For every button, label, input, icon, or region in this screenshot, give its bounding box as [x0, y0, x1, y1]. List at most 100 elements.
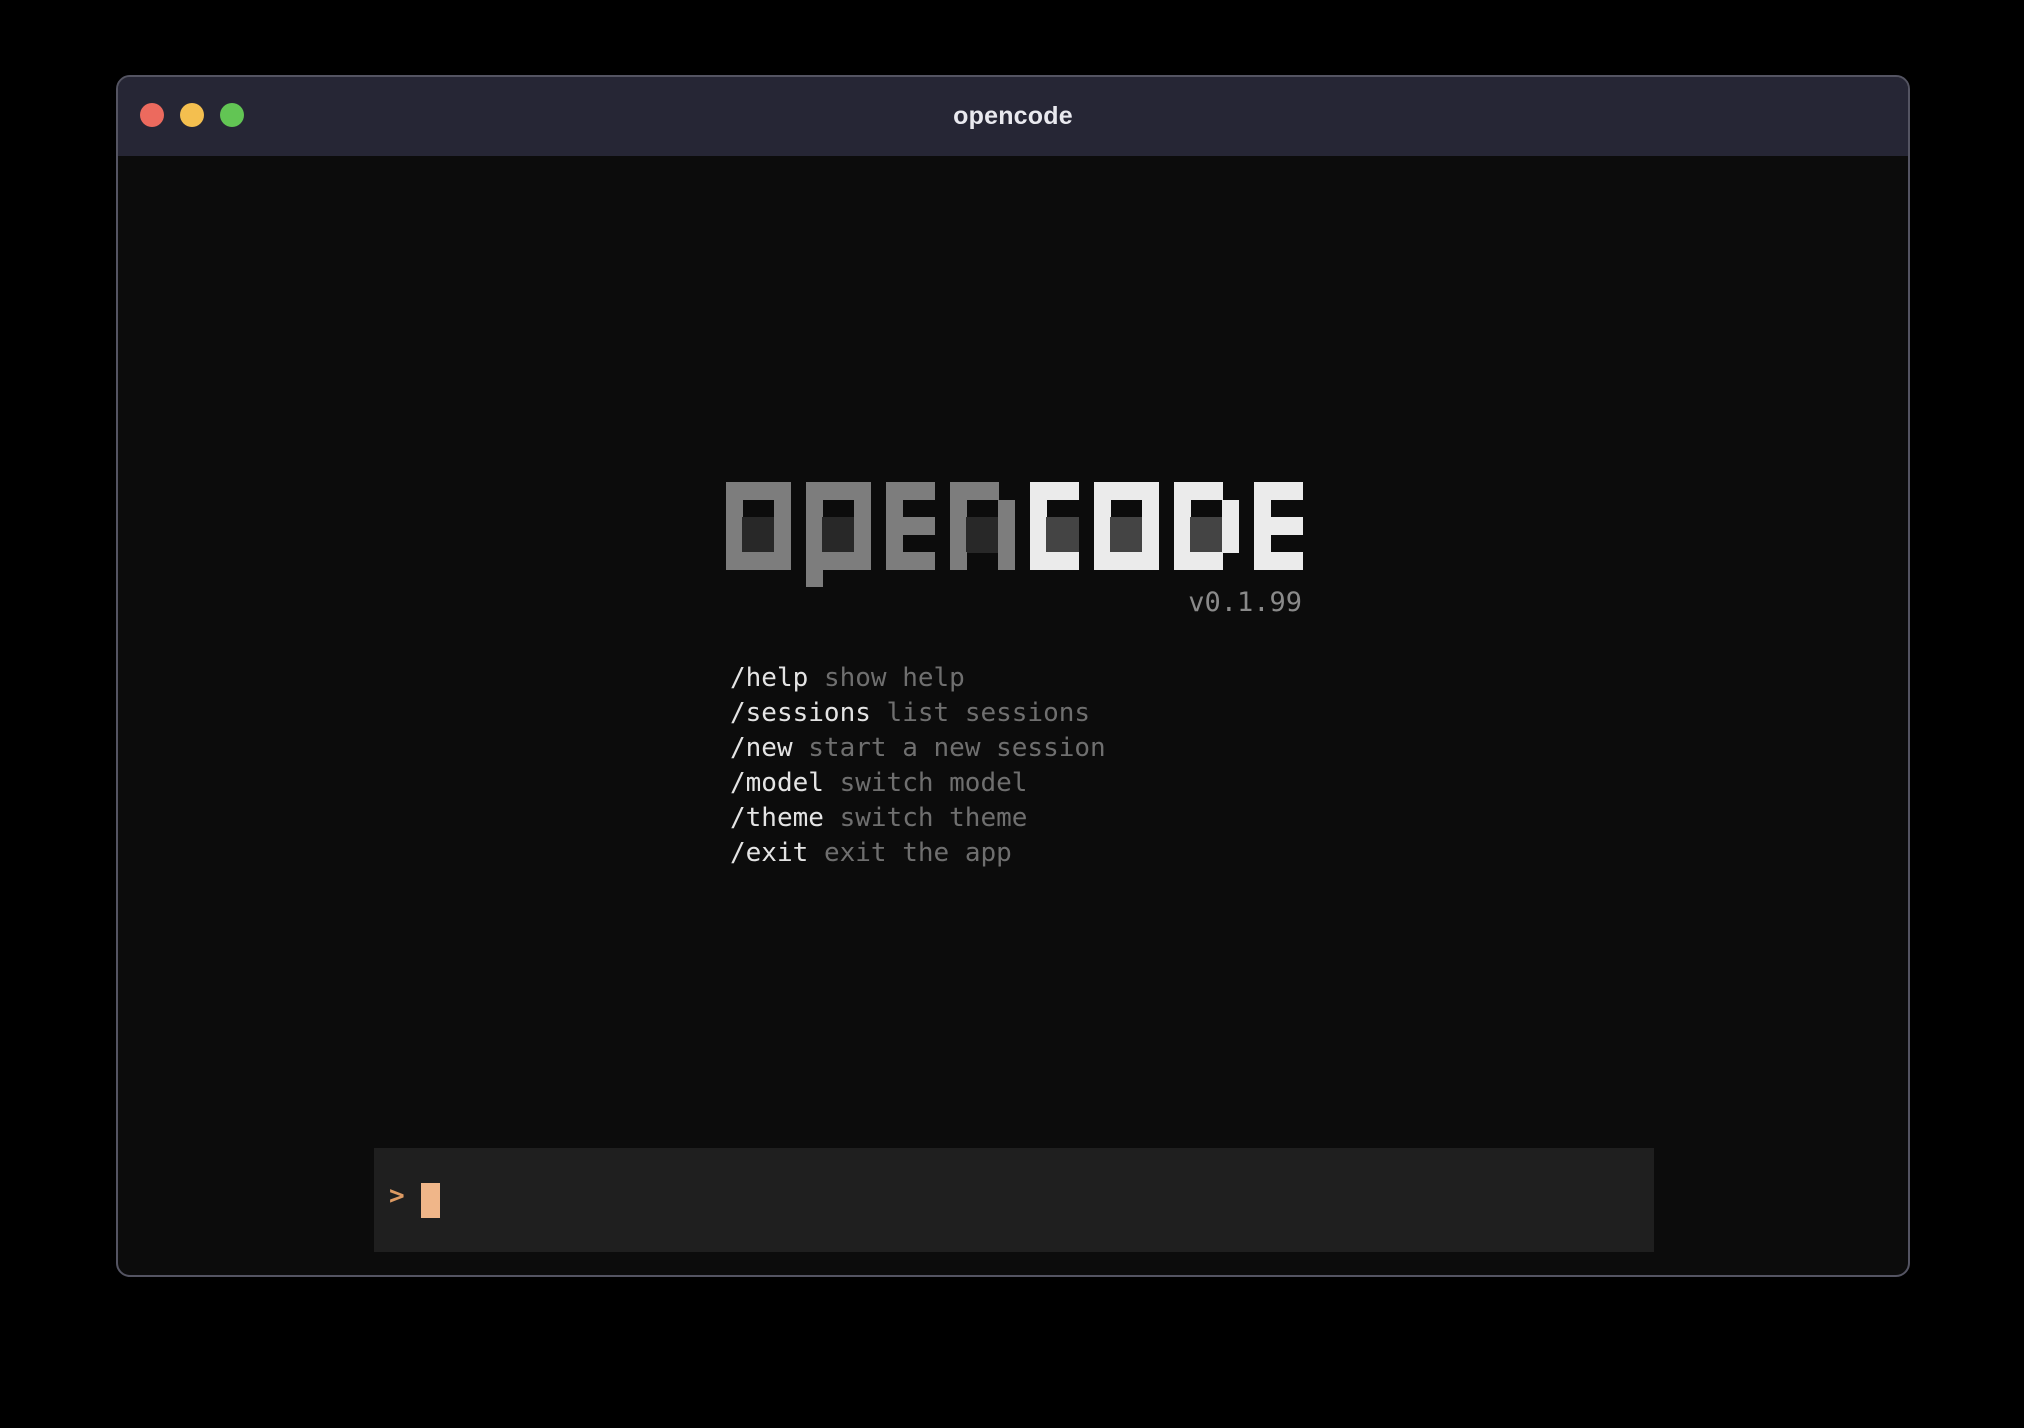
logo-pixel	[950, 482, 967, 500]
logo-pixel	[838, 482, 855, 500]
logo-pixel	[1174, 500, 1191, 518]
command-name: /help	[730, 663, 824, 693]
logo-pixel	[918, 552, 935, 570]
logo-pixel	[1286, 517, 1303, 535]
close-button[interactable]	[140, 103, 164, 127]
logo-pixel	[998, 552, 1015, 570]
logo-letter-o-muted	[726, 482, 790, 588]
logo-pixel	[1254, 482, 1271, 500]
logo-pixel-shadow	[1206, 535, 1223, 553]
logo-pixel-shadow	[742, 535, 759, 553]
logo-pixel-shadow	[1190, 517, 1207, 535]
logo-pixel-shadow	[758, 535, 775, 553]
logo-pixel	[758, 552, 775, 570]
logo-pixel	[902, 482, 919, 500]
message-input[interactable]: >	[374, 1148, 1654, 1252]
logo-pixel	[1190, 482, 1207, 500]
command-description: show help	[824, 663, 965, 693]
logo-pixel-shadow	[742, 517, 759, 535]
logo-pixel	[966, 482, 983, 500]
command-description: start a new session	[808, 733, 1105, 763]
logo-pixel-shadow	[1110, 535, 1127, 553]
command-name: /model	[730, 768, 840, 798]
opencode-window: opencode v0.1.99 /helpshow help /session…	[116, 75, 1910, 1277]
minimize-button[interactable]	[180, 103, 204, 127]
terminal-content: v0.1.99 /helpshow help /sessionslist ses…	[118, 156, 1908, 1275]
logo-pixel	[726, 517, 743, 535]
logo-pixel	[806, 535, 823, 553]
logo-pixel	[1174, 517, 1191, 535]
logo-pixel-shadow	[822, 517, 839, 535]
text-cursor	[421, 1183, 440, 1218]
window-title: opencode	[953, 102, 1073, 131]
logo-pixel	[886, 482, 903, 500]
logo-pixel	[854, 500, 871, 518]
logo-pixel	[1030, 552, 1047, 570]
logo-pixel	[1030, 500, 1047, 518]
logo-pixel	[1174, 482, 1191, 500]
command-name: /theme	[730, 803, 840, 833]
logo-pixel	[886, 500, 903, 518]
logo-pixel	[1046, 482, 1063, 500]
zoom-button[interactable]	[220, 103, 244, 127]
logo-pixel	[886, 517, 903, 535]
logo-letter-o-bright	[1094, 482, 1158, 588]
logo-pixel	[998, 535, 1015, 553]
logo-pixel	[1222, 500, 1239, 518]
enter-send-hint: entersend	[392, 1256, 705, 1277]
desktop-background: opencode v0.1.99 /helpshow help /session…	[0, 0, 2024, 1428]
logo-pixel	[1030, 517, 1047, 535]
logo-pixel	[774, 535, 791, 553]
logo-pixel-shadow	[1110, 517, 1127, 535]
logo-pixel-shadow	[1190, 535, 1207, 553]
logo-pixel	[1222, 535, 1239, 553]
logo-pixel	[1094, 552, 1111, 570]
status-bar: entersend AnthropicClaude 4 Sonnet	[374, 1256, 1654, 1277]
logo-pixel	[1110, 552, 1127, 570]
logo-pixel	[1174, 535, 1191, 553]
logo-pixel-shadow	[822, 535, 839, 553]
command-description: list sessions	[887, 698, 1091, 728]
logo-pixel	[806, 570, 823, 587]
logo-pixel	[1062, 552, 1079, 570]
prompt-symbol: >	[389, 1181, 405, 1211]
logo-pixel	[1222, 517, 1239, 535]
logo-pixel	[998, 500, 1015, 518]
logo-pixel	[822, 482, 839, 500]
logo-pixel	[918, 517, 935, 535]
logo-pixel	[742, 482, 759, 500]
logo-pixel	[774, 482, 791, 500]
logo-pixel	[806, 482, 823, 500]
logo-pixel	[806, 517, 823, 535]
command-row-help: /helpshow help	[730, 661, 1106, 696]
logo-pixel	[1094, 500, 1111, 518]
logo-pixel	[1206, 482, 1223, 500]
logo-pixel	[726, 535, 743, 553]
logo-pixel	[950, 552, 967, 570]
logo-pixel-shadow	[838, 535, 855, 553]
logo-pixel	[774, 500, 791, 518]
logo-pixel	[902, 552, 919, 570]
logo-pixel-shadow	[966, 535, 983, 553]
command-name: /exit	[730, 838, 824, 868]
logo-pixel	[726, 500, 743, 518]
logo-pixel	[1142, 500, 1159, 518]
logo-pixel	[1094, 482, 1111, 500]
command-row-sessions: /sessionslist sessions	[730, 696, 1106, 731]
logo-pixel	[1110, 482, 1127, 500]
logo-pixel	[950, 517, 967, 535]
window-titlebar[interactable]: opencode	[118, 77, 1908, 156]
logo-pixel	[950, 500, 967, 518]
logo-pixel	[1254, 535, 1271, 553]
command-row-model: /modelswitch model	[730, 766, 1106, 801]
logo-pixel	[918, 482, 935, 500]
logo-pixel	[1206, 552, 1223, 570]
logo-pixel	[854, 482, 871, 500]
logo-pixel	[1142, 535, 1159, 553]
logo-pixel-shadow	[1062, 517, 1079, 535]
logo-pixel-shadow	[982, 517, 999, 535]
logo-pixel	[1270, 552, 1287, 570]
logo-pixel	[1142, 517, 1159, 535]
logo-pixel-shadow	[1062, 535, 1079, 553]
command-description: switch model	[840, 768, 1028, 798]
